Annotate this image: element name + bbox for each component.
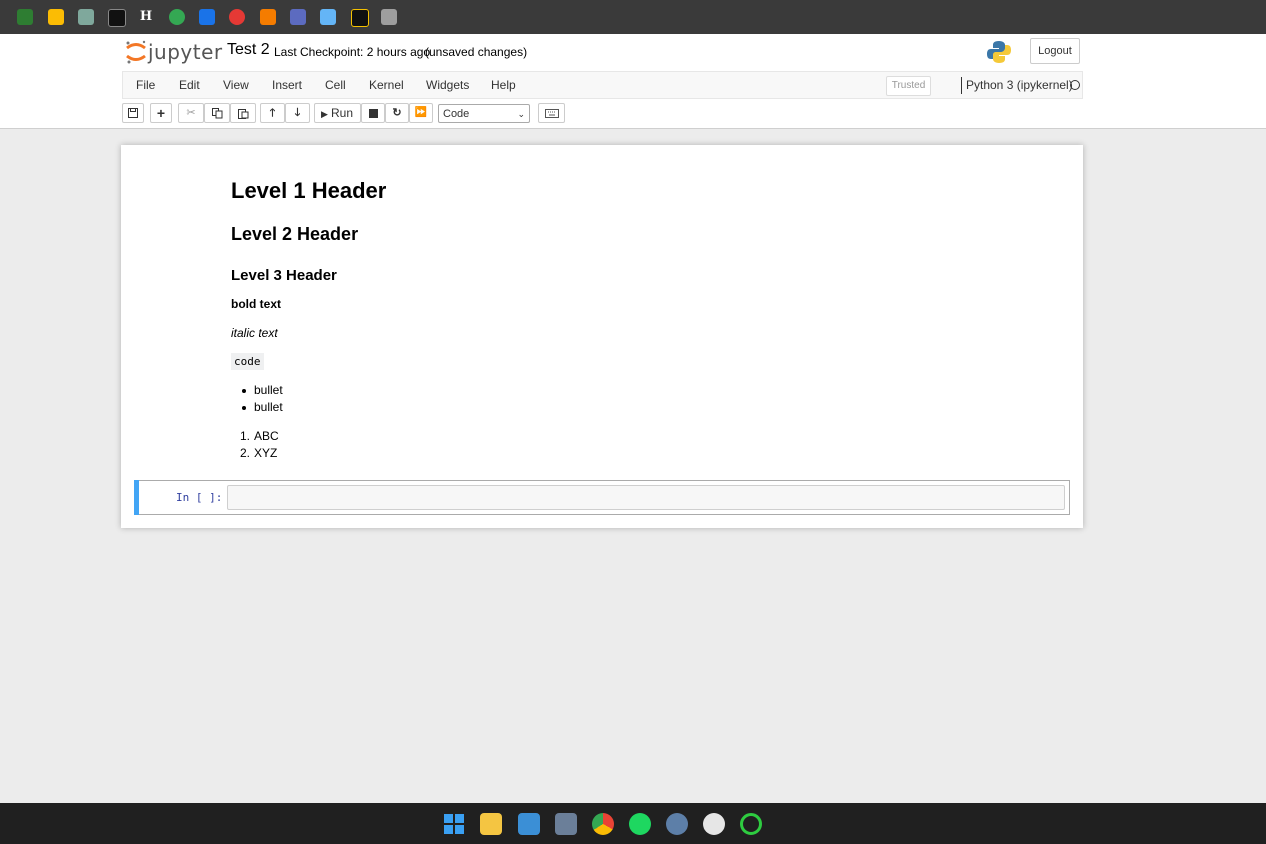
restart-icon: ↻ [392, 107, 402, 119]
markdown-italic-text: italic text [231, 326, 278, 340]
menu-widgets[interactable]: Widgets [426, 78, 469, 92]
code-input[interactable] [227, 485, 1065, 510]
command-palette-button[interactable] [538, 103, 565, 123]
chevron-down-icon: ⌄ [517, 109, 525, 119]
run-label: Run [330, 106, 353, 120]
spotify-icon[interactable] [629, 813, 651, 835]
input-prompt: In [ ]: [176, 491, 223, 504]
chatgpt-icon[interactable] [78, 9, 94, 25]
menu-edit[interactable]: Edit [179, 78, 200, 92]
markdown-h1: Level 1 Header [231, 178, 387, 203]
save-button[interactable] [122, 103, 144, 123]
notebook-title[interactable]: Test 2 [227, 41, 270, 59]
keyboard-icon [544, 109, 559, 118]
move-down-button[interactable]: 🡓 [285, 103, 310, 123]
app-icon[interactable] [703, 813, 725, 835]
plus-icon: + [156, 105, 166, 121]
jupyter-logo-text[interactable]: jupyter [148, 40, 223, 64]
code-cell[interactable]: In [ ]: [134, 480, 1070, 515]
stop-icon [368, 109, 378, 118]
list-number: 1. [240, 429, 251, 443]
bookmarks-bar: H [0, 0, 1266, 34]
menubar: File Edit View Insert Cell Kernel Widget… [122, 71, 1083, 99]
kernel-idle-icon [1070, 80, 1080, 90]
settings-gear-icon[interactable] [666, 813, 688, 835]
trusted-indicator[interactable]: Trusted [886, 76, 931, 96]
copy-icon [211, 108, 222, 119]
list-item: bullet [254, 400, 283, 414]
run-button[interactable]: ▶ Run [314, 103, 361, 123]
checkpoint-status: Last Checkpoint: 2 hours ago [274, 45, 431, 59]
bullet-marker [242, 406, 246, 410]
kernel-name[interactable]: Python 3 (ipykernel) [966, 78, 1073, 92]
insert-cell-button[interactable]: + [150, 103, 172, 123]
paste-button[interactable] [230, 103, 256, 123]
bookmark-icon[interactable] [320, 9, 336, 25]
bullet-marker [242, 389, 246, 393]
move-up-button[interactable]: 🡑 [260, 103, 285, 123]
jupyter-logo-icon[interactable] [124, 39, 148, 65]
list-item: bullet [254, 383, 283, 397]
cell-type-value: Code [443, 108, 470, 120]
google-drive-icon[interactable] [48, 9, 64, 25]
python-logo-icon [987, 41, 1011, 63]
bookmark-icon[interactable] [229, 9, 245, 25]
markdown-h3: Level 3 Header [231, 267, 337, 284]
unsaved-indicator: (unsaved changes) [425, 45, 528, 59]
kernel-separator [961, 77, 962, 94]
restart-button[interactable]: ↻ [385, 103, 409, 123]
menu-file[interactable]: File [136, 78, 155, 92]
markdown-h2: Level 2 Header [231, 224, 359, 244]
start-icon[interactable] [443, 813, 465, 835]
taskbar [0, 803, 1266, 844]
restart-run-all-button[interactable]: ⏩ [409, 103, 433, 123]
bookmark-icon[interactable] [381, 9, 397, 25]
bookmark-icon[interactable] [260, 9, 276, 25]
menu-cell[interactable]: Cell [325, 78, 346, 92]
menu-view[interactable]: View [223, 78, 249, 92]
paste-icon [237, 109, 248, 119]
bookmark-h-icon[interactable]: H [138, 9, 154, 25]
arrow-down-icon: 🡓 [294, 107, 301, 119]
markdown-inline-code: code [231, 353, 264, 370]
app-icon[interactable] [740, 813, 762, 835]
interrupt-button[interactable] [361, 103, 385, 123]
list-number: 2. [240, 446, 251, 460]
calculator-icon[interactable] [555, 813, 577, 835]
bookmark-icon[interactable] [290, 9, 306, 25]
markdown-bold-text: bold text [231, 297, 281, 311]
selected-cell-indicator [134, 480, 139, 515]
bookmark-icon[interactable] [169, 9, 185, 25]
save-icon [128, 108, 138, 118]
chrome-icon[interactable] [592, 813, 614, 835]
menu-help[interactable]: Help [491, 78, 516, 92]
bookmark-icon[interactable] [108, 9, 126, 27]
menu-insert[interactable]: Insert [272, 78, 302, 92]
bookmark-icon[interactable] [199, 9, 215, 25]
arrow-up-icon: 🡑 [269, 107, 276, 119]
play-icon: ▶ [321, 109, 328, 119]
cut-button[interactable]: ✂ [178, 103, 204, 123]
notepad-icon[interactable] [518, 813, 540, 835]
copy-button[interactable] [204, 103, 230, 123]
bookmark-icon[interactable] [351, 9, 369, 27]
list-item: ABC [254, 429, 279, 443]
file-explorer-icon[interactable] [480, 813, 502, 835]
menu-kernel[interactable]: Kernel [369, 78, 404, 92]
cell-type-select[interactable]: Code ⌄ [438, 104, 530, 123]
logout-button[interactable]: Logout [1030, 38, 1080, 64]
fast-forward-icon: ⏩ [414, 107, 428, 118]
scissors-icon: ✂ [186, 107, 196, 119]
notebook-container: Level 1 Header Level 2 Header Level 3 He… [121, 145, 1083, 528]
list-item: XYZ [254, 446, 278, 460]
bookmark-icon[interactable] [17, 9, 33, 25]
